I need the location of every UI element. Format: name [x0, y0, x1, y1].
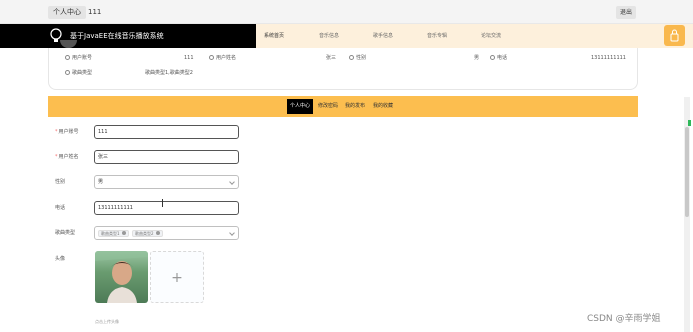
- genre-info: 歌曲类型: [65, 69, 92, 77]
- site-title: 基于JavaEE在线音乐播放系统: [70, 32, 164, 40]
- genre-multiselect[interactable]: 歌曲类型1 歌曲类型2: [94, 226, 239, 240]
- scrollbar-thumb[interactable]: [685, 127, 689, 217]
- chevron-down-icon: [229, 179, 235, 185]
- main-nav: 基于JavaEE在线音乐播放系统 系统首页 音乐信息 歌手信息 音乐专辑 论坛交…: [0, 24, 693, 48]
- gender-select[interactable]: 男: [94, 175, 239, 189]
- tab-my-posts[interactable]: 我的发布: [342, 99, 368, 114]
- upload-hint: 点击上传头像: [95, 319, 119, 324]
- music-icon: [65, 70, 70, 75]
- nav-link-singers[interactable]: 歌手信息: [373, 24, 393, 48]
- top-bar: 个人中心 111 退出: [0, 0, 693, 24]
- tab-change-password[interactable]: 修改密码: [315, 99, 341, 114]
- phone-info: 电话: [490, 54, 507, 62]
- name-label: *用户姓名: [55, 154, 79, 160]
- gender-label: 性别: [55, 179, 66, 185]
- genre-chip[interactable]: 歌曲类型1: [98, 230, 129, 237]
- profile-tabs: 个人中心 修改密码 我的发布 我的收藏: [48, 96, 638, 117]
- nav-link-albums[interactable]: 音乐专辑: [427, 24, 447, 48]
- username-label: 111: [88, 8, 102, 16]
- nav-link-music[interactable]: 音乐信息: [319, 24, 339, 48]
- account-info: 用户账号: [65, 54, 92, 62]
- scroll-indicator: [688, 120, 691, 126]
- personal-center-tag[interactable]: 个人中心: [48, 6, 86, 19]
- text-cursor-icon: [162, 199, 165, 207]
- account-input[interactable]: 111: [94, 125, 239, 139]
- name-input[interactable]: 张三: [94, 150, 239, 164]
- nav-link-forum[interactable]: 论坛交流: [481, 24, 501, 48]
- nav-brand-area: 基于JavaEE在线音乐播放系统: [0, 24, 256, 48]
- watermark: CSDN @辛雨学姐: [587, 314, 661, 324]
- gender-value: 男: [474, 55, 480, 61]
- account-label: *用户账号: [55, 129, 79, 135]
- profile-summary-card: 用户账号 111 用户姓名 张三 性别 男 电话 13111111111 歌曲类…: [48, 40, 638, 90]
- upload-avatar-button[interactable]: +: [150, 251, 204, 303]
- logout-button[interactable]: 退出: [616, 6, 636, 19]
- close-icon[interactable]: [155, 231, 160, 235]
- genre-value: 歌曲类型1,歌曲类型2: [145, 70, 193, 76]
- name-info: 用户姓名: [209, 54, 236, 62]
- nav-link-home[interactable]: 系统首页: [264, 24, 284, 48]
- user-icon: [65, 55, 70, 60]
- page-scrollbar[interactable]: [684, 97, 690, 332]
- avatar-label: 头像: [55, 256, 66, 262]
- close-icon[interactable]: [121, 231, 126, 235]
- gender-info: 性别: [349, 54, 366, 62]
- avatar-image[interactable]: [95, 251, 148, 303]
- phone-input[interactable]: 13111111111: [94, 201, 239, 215]
- tab-personal-center[interactable]: 个人中心: [287, 99, 314, 114]
- tab-my-favorites[interactable]: 我的收藏: [370, 99, 396, 114]
- lock-icon[interactable]: [664, 25, 685, 46]
- user-icon: [209, 55, 214, 60]
- name-value: 张三: [326, 55, 337, 61]
- gender-icon: [349, 55, 354, 60]
- account-value: 111: [184, 55, 194, 61]
- plus-icon: +: [171, 270, 183, 286]
- genre-chip[interactable]: 歌曲类型2: [132, 230, 163, 237]
- phone-icon: [490, 55, 495, 60]
- chevron-down-icon: [229, 230, 235, 236]
- phone-value: 13111111111: [591, 55, 626, 61]
- genre-label: 歌曲类型: [55, 230, 76, 236]
- phone-label: 电话: [55, 205, 66, 211]
